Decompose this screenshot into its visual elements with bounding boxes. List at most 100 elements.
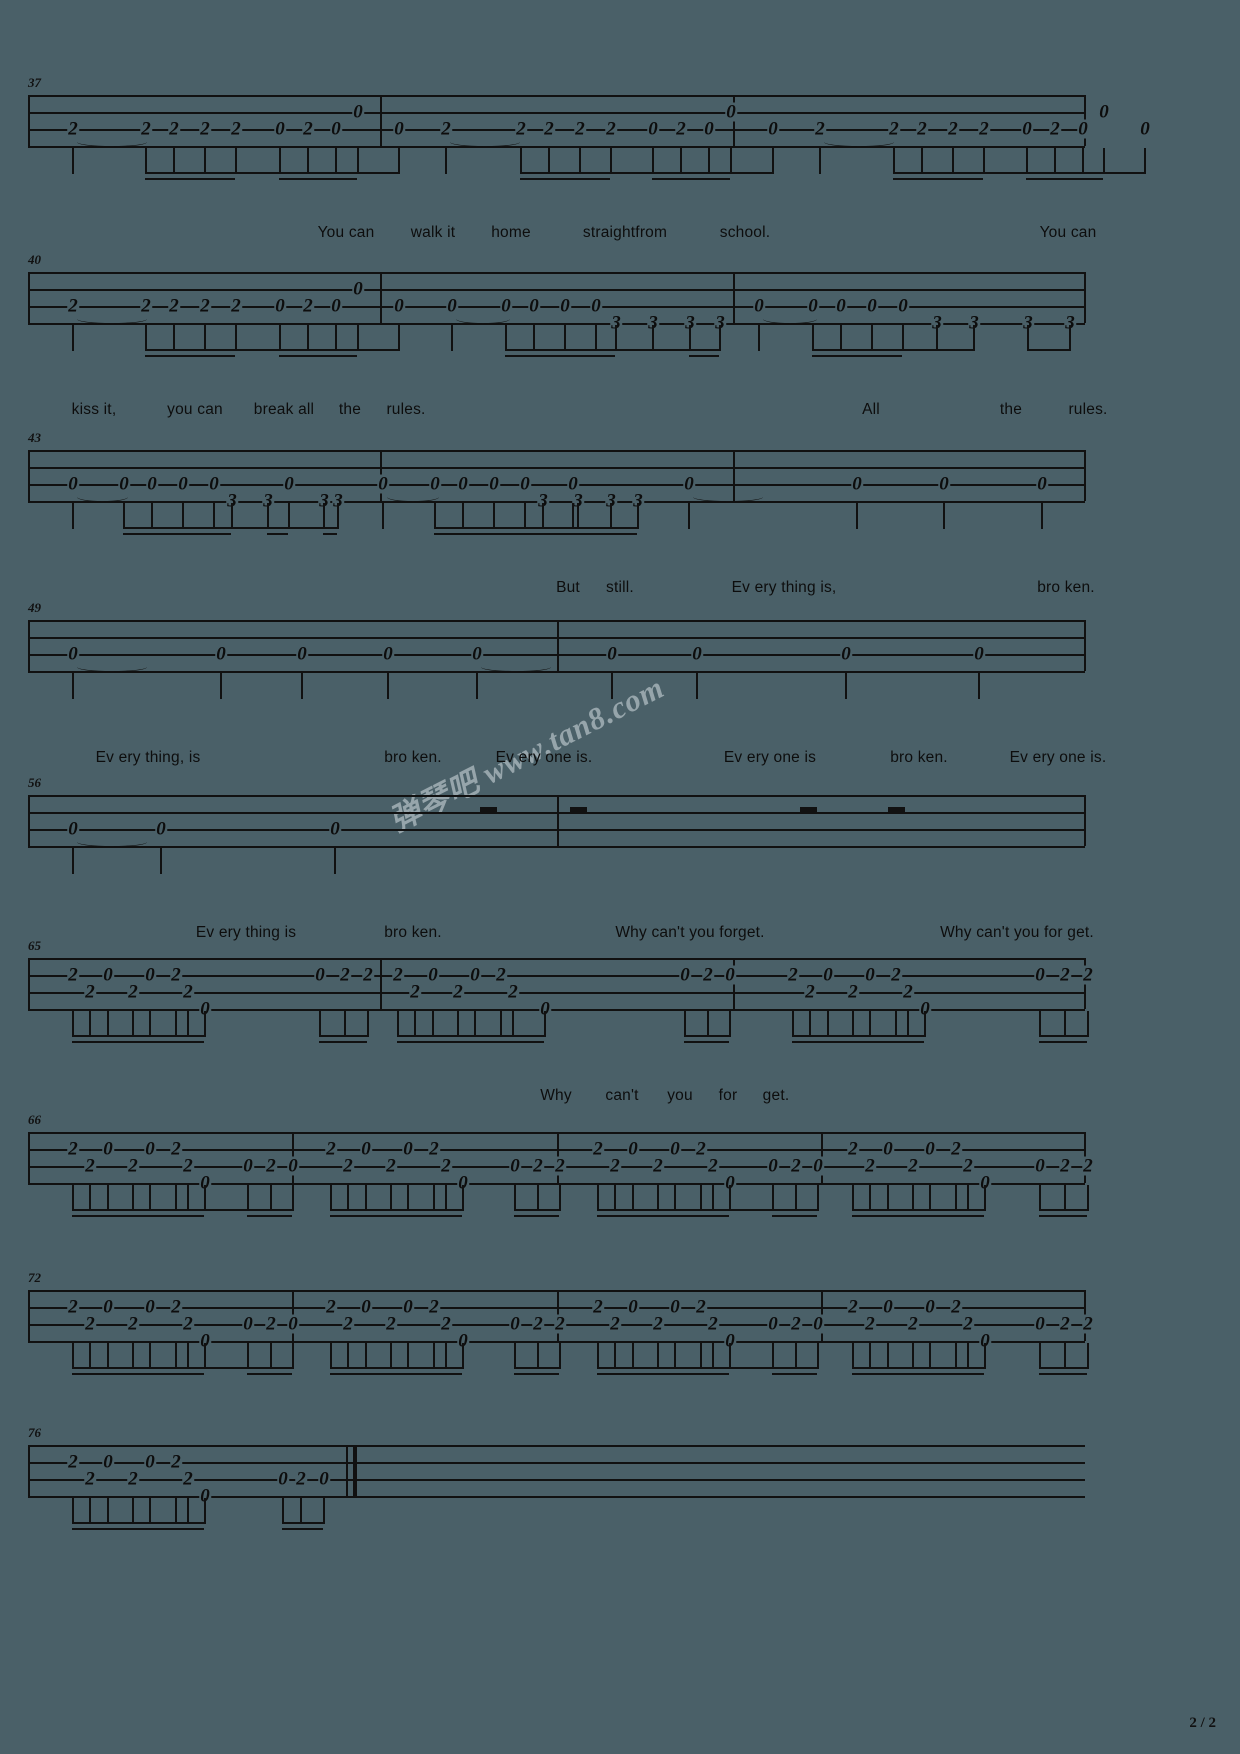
page-number: 2 / 2	[1189, 1715, 1216, 1731]
note-stem	[559, 1343, 561, 1369]
note-stem	[335, 325, 337, 351]
beam	[347, 1209, 365, 1212]
beam	[795, 1209, 817, 1212]
beam-secondary	[548, 178, 579, 181]
beam-secondary	[537, 1373, 559, 1376]
note-stem	[1064, 1185, 1066, 1211]
fret-number: 0	[352, 278, 364, 300]
fret-number: 2	[902, 981, 914, 1003]
note-stem	[572, 503, 574, 529]
fret-number: 2	[947, 118, 959, 140]
staff-line	[28, 95, 1085, 97]
fret-number: 0	[812, 1155, 824, 1177]
beam	[1039, 1367, 1064, 1370]
fret-number: 2	[428, 1138, 440, 1160]
beam	[1054, 172, 1082, 175]
lyric-text: rules.	[1068, 401, 1108, 418]
beam-secondary	[533, 355, 564, 358]
beam-secondary	[149, 1373, 175, 1376]
fret-number: 2	[609, 1155, 621, 1177]
barline-start	[28, 450, 30, 501]
beam-secondary	[407, 1373, 433, 1376]
note-stem	[390, 1343, 392, 1369]
fret-number: 2	[182, 1155, 194, 1177]
fret-number: 2	[168, 295, 180, 317]
fret-number: 0	[242, 1313, 254, 1335]
note-stem	[397, 1011, 399, 1037]
note-stem	[984, 1185, 986, 1211]
beam-secondary	[674, 1373, 700, 1376]
tie-slur	[763, 314, 817, 324]
beam-secondary	[72, 1041, 89, 1044]
fret-number: 2	[574, 118, 586, 140]
beam-secondary	[967, 1215, 984, 1218]
fret-number: 0	[938, 473, 950, 495]
beam	[175, 1367, 187, 1370]
fret-number: 0	[287, 1313, 299, 1335]
beam	[474, 1035, 500, 1038]
fret-number: 2	[864, 1155, 876, 1177]
fret-number: 2	[170, 1296, 182, 1318]
beam	[145, 349, 173, 352]
fret-number: 2	[1082, 1313, 1094, 1335]
measure-number: 37	[28, 75, 41, 90]
fret-number: 0	[1034, 964, 1046, 986]
note-stem	[792, 1011, 794, 1037]
beam	[1064, 1367, 1087, 1370]
fret-number: 2	[140, 295, 152, 317]
note-stem	[187, 1343, 189, 1369]
note-stem	[564, 325, 566, 351]
fret-number: 2	[409, 981, 421, 1003]
note-stem	[457, 1011, 459, 1037]
fret-number: 2	[609, 1313, 621, 1335]
beam-secondary	[89, 1215, 107, 1218]
beam-secondary	[827, 1041, 852, 1044]
beam	[708, 172, 730, 175]
fret-number: 0	[973, 643, 985, 665]
beam-secondary	[700, 1215, 712, 1218]
fret-number: 2	[950, 1138, 962, 1160]
beam-secondary	[577, 533, 610, 536]
fret-number: 2	[170, 1451, 182, 1473]
note-stem	[845, 673, 847, 699]
beam	[812, 349, 840, 352]
note-stem	[869, 1185, 871, 1211]
beam	[149, 1367, 175, 1370]
beam	[307, 349, 335, 352]
beam-secondary	[708, 178, 730, 181]
rest-symbol	[888, 807, 905, 813]
barline-start	[28, 1290, 30, 1341]
beam	[175, 1035, 187, 1038]
beam	[397, 1035, 414, 1038]
beam	[457, 1035, 474, 1038]
fret-number: 0	[840, 643, 852, 665]
fret-number: 0	[393, 295, 405, 317]
fret-number: 2	[592, 1296, 604, 1318]
barline-end	[1084, 795, 1086, 846]
beam	[929, 1209, 955, 1212]
note-stem	[943, 503, 945, 529]
note-stem	[175, 1011, 177, 1037]
note-stem	[983, 148, 985, 174]
fret-number: 2	[428, 1296, 440, 1318]
fret-number: 2	[1059, 1313, 1071, 1335]
fret-number: 2	[554, 1155, 566, 1177]
barline-start	[28, 795, 30, 846]
fret-number: 2	[1082, 1155, 1094, 1177]
note-stem	[657, 1185, 659, 1211]
note-stem	[1087, 1011, 1089, 1037]
beam-secondary	[204, 355, 235, 358]
fret-number: 0	[924, 1296, 936, 1318]
note-stem	[967, 1343, 969, 1369]
note-stem	[707, 1011, 709, 1037]
beam	[145, 172, 173, 175]
beam	[365, 1209, 390, 1212]
beam-secondary	[151, 533, 182, 536]
note-stem	[89, 1498, 91, 1524]
fret-number: 0	[509, 1155, 521, 1177]
measure-number: 43	[28, 430, 41, 445]
system-66: 66 2 2 0 2 0 2 2 0 0 2 0 2 2 0 2 0 2 2 0 0 2 2 2 2 0 2 0 2 2 0 0 2 0 2 2 0 2 0…	[28, 1112, 1094, 1282]
beam	[288, 527, 323, 530]
beam	[204, 1367, 247, 1370]
fret-number: 0	[67, 473, 79, 495]
